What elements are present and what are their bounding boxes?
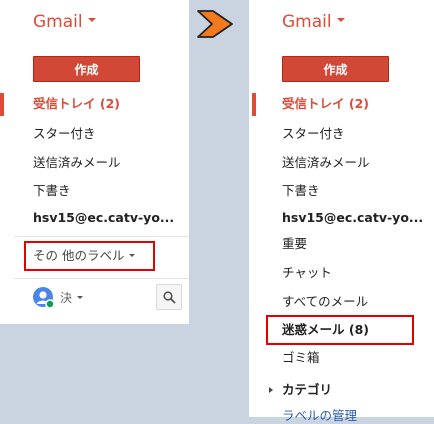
active-indicator: [0, 93, 4, 116]
right-gmail-sidebar: Gmail 作成 受信トレイ (2) スター付き 送信済みメール 下書き hsv…: [249, 0, 434, 423]
sidebar-item-important[interactable]: 重要: [282, 236, 307, 252]
categories-label: カテゴリ: [282, 382, 333, 397]
triangle-right-icon: [269, 386, 273, 393]
sidebar-item-inbox[interactable]: 受信トレイ (2): [33, 96, 120, 112]
user-name-label: 決: [60, 291, 73, 305]
chevron-down-icon: [87, 18, 96, 22]
gmail-menu-button[interactable]: Gmail: [282, 12, 345, 32]
sidebar-item-spam[interactable]: 迷惑メール (8): [282, 322, 369, 338]
right-arrow-icon: [196, 8, 234, 40]
gmail-title-label: Gmail: [282, 12, 332, 32]
search-people-button[interactable]: [156, 284, 182, 310]
sidebar-item-starred[interactable]: スター付き: [282, 126, 345, 142]
divider: [14, 236, 189, 237]
compose-button[interactable]: 作成: [33, 56, 140, 82]
left-gmail-sidebar: Gmail 作成 受信トレイ (2) スター付き 送信済みメール 下書き hsv…: [0, 0, 189, 324]
sidebar-item-chat[interactable]: チャット: [282, 265, 332, 281]
chevron-down-icon: [77, 296, 84, 299]
more-labels-button[interactable]: その 他のラベル: [33, 248, 136, 264]
sidebar-item-trash[interactable]: ゴミ箱: [282, 350, 320, 366]
online-status-icon: [45, 299, 55, 309]
sidebar-item-starred[interactable]: スター付き: [33, 126, 96, 142]
sidebar-item-inbox[interactable]: 受信トレイ (2): [282, 96, 369, 112]
user-status-button[interactable]: 決: [60, 290, 84, 306]
sidebar-item-categories[interactable]: カテゴリ: [269, 382, 332, 398]
sidebar-item-sent[interactable]: 送信済みメール: [282, 155, 370, 171]
sidebar-item-sent[interactable]: 送信済みメール: [33, 155, 121, 171]
sidebar-item-account-label[interactable]: hsv15@ec.catv-yo...: [282, 210, 423, 226]
sidebar-item-drafts[interactable]: 下書き: [282, 183, 320, 199]
sidebar-item-account-label[interactable]: hsv15@ec.catv-yo...: [33, 210, 174, 226]
manage-labels-link[interactable]: ラベルの管理: [282, 408, 357, 424]
divider: [14, 278, 189, 279]
search-icon: [163, 291, 176, 304]
chevron-down-icon: [129, 254, 136, 257]
gmail-menu-button[interactable]: Gmail: [33, 12, 96, 32]
compose-button[interactable]: 作成: [282, 56, 389, 82]
sidebar-item-all-mail[interactable]: すべてのメール: [282, 294, 368, 310]
user-avatar-icon[interactable]: [33, 287, 55, 309]
active-indicator: [252, 93, 256, 116]
sidebar-item-drafts[interactable]: 下書き: [33, 183, 71, 199]
chevron-down-icon: [336, 18, 345, 22]
gmail-title-label: Gmail: [33, 12, 83, 32]
more-labels-label: その 他のラベル: [33, 248, 125, 263]
